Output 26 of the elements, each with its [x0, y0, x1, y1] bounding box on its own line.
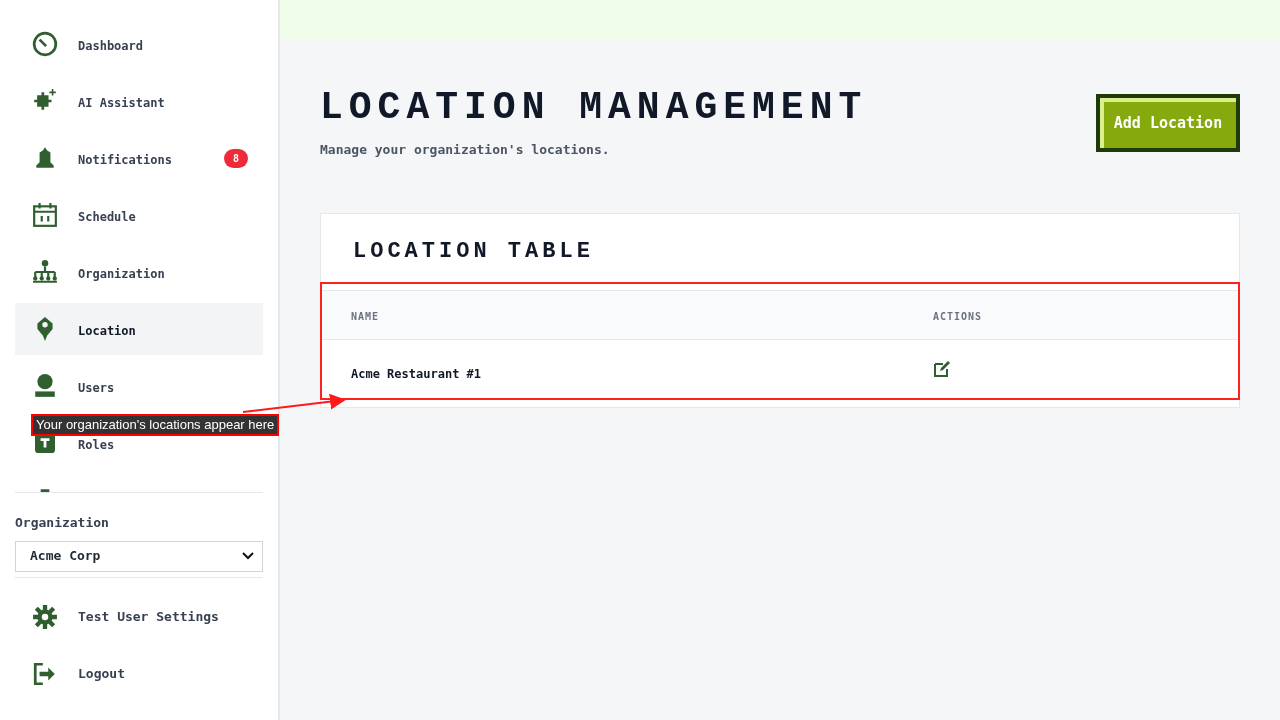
edit-icon[interactable] — [933, 360, 951, 378]
nav-item[interactable]: Organization — [15, 246, 263, 298]
org-chart-icon — [32, 259, 58, 285]
gear-icon — [32, 603, 58, 630]
organization-select[interactable]: Acme Corp — [15, 540, 263, 572]
chevron-down-icon — [242, 552, 254, 560]
page-subtitle: Manage your organization's locations. — [320, 141, 611, 159]
nav-item[interactable]: Notifications 8 — [15, 132, 263, 184]
column-header: ACTIONS — [933, 310, 983, 322]
page-title: LOCATION MANAGEMENT — [320, 88, 868, 128]
organization-label: Organization — [15, 514, 110, 532]
nav-item[interactable]: AI Assistant — [15, 75, 263, 127]
nav-item[interactable]: Users — [15, 360, 263, 412]
calendar-icon — [32, 202, 58, 228]
table-cell: Acme Restaurant #1 — [351, 367, 482, 381]
user-icon — [32, 373, 58, 399]
nav-item[interactable]: Logout — [15, 647, 263, 700]
dashboard-icon — [32, 31, 58, 57]
annotation-tooltip: Your organization's locations appear here — [31, 414, 280, 436]
nav-item[interactable]: Dashboard — [15, 18, 263, 70]
nav-item[interactable]: Location — [15, 303, 263, 355]
column-header: NAME — [351, 310, 380, 322]
notification-count: 8 — [223, 148, 248, 168]
nav-item[interactable]: Test User Settings — [15, 590, 263, 643]
nav-item[interactable]: Schedule — [15, 189, 263, 241]
table-title: LOCATION TABLE — [352, 238, 595, 266]
